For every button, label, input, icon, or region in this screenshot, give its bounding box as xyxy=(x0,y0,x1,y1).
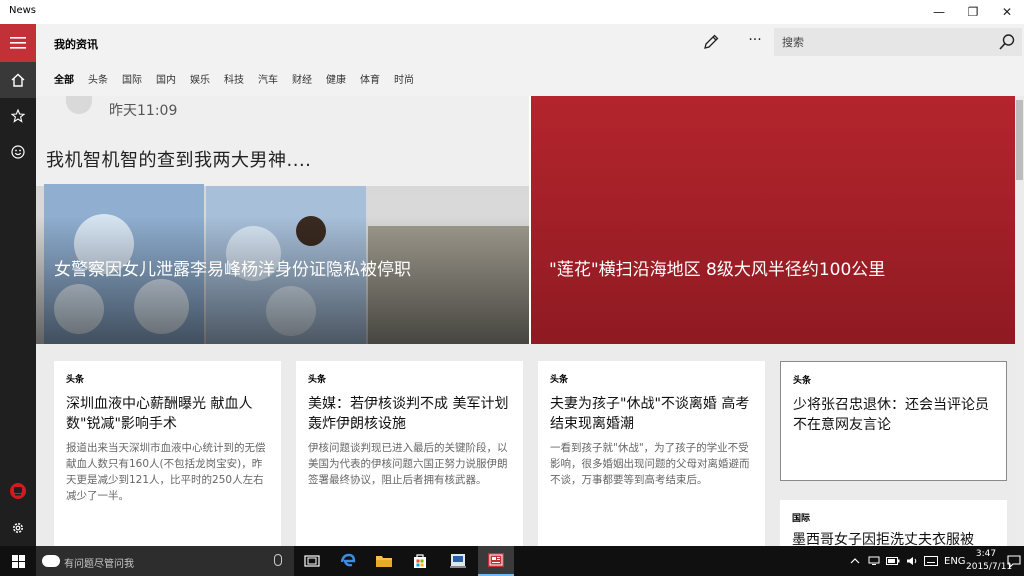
interests-nav-button[interactable] xyxy=(0,134,36,170)
tab-1[interactable]: 头条 xyxy=(88,71,108,86)
tab-5[interactable]: 科技 xyxy=(224,71,244,86)
local-news-icon xyxy=(10,483,26,499)
windows-start-icon xyxy=(11,554,25,568)
task-view-button[interactable] xyxy=(294,546,330,576)
scrollbar-thumb[interactable] xyxy=(1016,100,1023,180)
search-input[interactable] xyxy=(774,28,984,56)
clock-time: 3:47 xyxy=(975,549,997,559)
edit-button[interactable] xyxy=(702,33,724,53)
hero-image-caption-text: 我机智机智的查到我两大男神.... xyxy=(46,150,312,171)
restore-button[interactable]: ❐ xyxy=(956,0,990,24)
favorites-nav-button[interactable] xyxy=(0,98,36,134)
store-icon xyxy=(414,554,426,568)
card-category-tag: 头条 xyxy=(550,375,569,385)
minimize-icon: — xyxy=(933,5,945,19)
card-category-tag: 头条 xyxy=(66,375,85,385)
start-button[interactable] xyxy=(0,546,36,576)
hamburger-menu-button[interactable] xyxy=(0,24,36,62)
taskbar-search[interactable]: 有问题尽管问我 xyxy=(36,546,294,576)
settings-nav-button[interactable] xyxy=(0,510,36,546)
card-category-tag: 国际 xyxy=(792,514,811,524)
tab-4[interactable]: 娱乐 xyxy=(190,71,210,86)
home-icon xyxy=(11,73,25,87)
page-title: 我的资讯 xyxy=(54,38,98,51)
store-taskbar-button[interactable] xyxy=(402,546,438,576)
taskbar: 有问题尽管问我 ENG 3:47 2015/7/11 xyxy=(0,546,1024,576)
local-news-nav-button[interactable] xyxy=(0,473,36,509)
file-explorer-taskbar-button[interactable] xyxy=(366,546,402,576)
category-tabs: 全部 头条 国际 国内 娱乐 科技 汽车 财经 健康 体育 时尚 xyxy=(54,71,428,86)
cortana-icon xyxy=(42,555,60,567)
tab-6[interactable]: 汽车 xyxy=(258,71,278,86)
tab-8[interactable]: 健康 xyxy=(326,71,346,86)
file-explorer-icon xyxy=(376,556,392,567)
more-options-button[interactable]: ··· xyxy=(744,32,766,52)
network-icon[interactable] xyxy=(868,556,880,566)
tab-2[interactable]: 国际 xyxy=(122,71,142,86)
task-view-icon xyxy=(304,555,320,567)
edge-taskbar-button[interactable] xyxy=(330,546,366,576)
settings-gear-icon xyxy=(13,523,23,533)
tab-7[interactable]: 财经 xyxy=(292,71,312,86)
home-nav-button[interactable] xyxy=(0,62,36,98)
hero-right-title[interactable]: "莲花"横扫沿海地区 8级大风半径约100公里 xyxy=(549,258,909,283)
restore-icon: ❐ xyxy=(967,5,979,19)
hamburger-menu-icon xyxy=(10,37,26,49)
clock-date: 2015/7/11 xyxy=(966,562,1013,572)
news-card[interactable]: 国际 墨西哥女子因拒洗丈夫衣服被 xyxy=(780,500,1007,546)
minimize-button[interactable]: — xyxy=(922,0,956,24)
search-box xyxy=(774,28,1022,56)
app-taskbar-button[interactable] xyxy=(440,546,476,576)
search-icon[interactable] xyxy=(998,33,1016,51)
taskbar-search-placeholder: 有问题尽管问我 xyxy=(64,559,134,570)
tab-10[interactable]: 时尚 xyxy=(394,71,414,86)
close-icon: ✕ xyxy=(1001,5,1013,19)
card-summary: 报道出来当天深圳市血液中心统计到的无偿献血人数只有160人(不包括龙岗宝安)，昨… xyxy=(66,442,266,502)
card-title[interactable]: 深圳血液中心薪酬曝光 献血人数"锐减"影响手术 xyxy=(66,394,271,434)
card-title[interactable]: 夫妻为孩子"休战"不谈离婚 高考结束现离婚潮 xyxy=(550,394,755,434)
chevron-up-icon[interactable] xyxy=(850,557,860,565)
news-app-icon xyxy=(488,553,504,567)
news-card[interactable]: 头条 夫妻为孩子"休战"不谈离婚 高考结束现离婚潮 一看到孩子就"休战"，为了孩… xyxy=(538,361,765,546)
hero-story-left[interactable]: 昨天11:09 我机智机智的查到我两大男神.... 女警察因女儿泄露李易峰杨洋身… xyxy=(36,96,529,344)
card-title[interactable]: 美媒：若伊核谈判不成 美军计划轰炸伊朗核设施 xyxy=(308,394,513,434)
card-title[interactable]: 墨西哥女子因拒洗丈夫衣服被 xyxy=(792,530,997,546)
tab-9[interactable]: 体育 xyxy=(360,71,380,86)
window-title: News xyxy=(9,5,37,16)
card-summary: 伊核问题谈判现已进入最后的关键阶段，以美国为代表的伊核问题六国正努力说服伊朗签署… xyxy=(308,442,508,486)
action-center-icon[interactable] xyxy=(1007,554,1021,568)
tab-0[interactable]: 全部 xyxy=(54,71,74,86)
microphone-icon[interactable] xyxy=(274,554,282,566)
edge-icon xyxy=(340,553,356,567)
favorites-star-icon xyxy=(11,109,25,123)
card-title[interactable]: 少将张召忠退休：还会当评论员 不在意网友言论 xyxy=(793,395,998,435)
card-summary: 一看到孩子就"休战"，为了孩子的学业不受影响，很多婚姻出现问题的父母对离婚避而不… xyxy=(550,442,750,486)
news-card-selected[interactable]: 头条 少将张召忠退休：还会当评论员 不在意网友言论 xyxy=(780,361,1007,481)
tab-3[interactable]: 国内 xyxy=(156,71,176,86)
news-card[interactable]: 头条 深圳血液中心薪酬曝光 献血人数"锐减"影响手术 报道出来当天深圳市血液中心… xyxy=(54,361,281,546)
news-card[interactable]: 头条 美媒：若伊核谈判不成 美军计划轰炸伊朗核设施 伊核问题谈判现已进入最后的关… xyxy=(296,361,523,546)
close-button[interactable]: ✕ xyxy=(990,0,1024,24)
hero-image-time-text: 昨天11:09 xyxy=(109,103,178,119)
input-method-icon[interactable] xyxy=(924,556,938,566)
system-tray: ENG xyxy=(850,546,966,576)
card-category-tag: 头条 xyxy=(308,375,327,385)
hero-story-right[interactable]: "莲花"横扫沿海地区 8级大风半径约100公里 xyxy=(531,96,1015,344)
edit-pencil-icon xyxy=(704,34,719,49)
taskbar-clock[interactable]: 3:47 2015/7/11 xyxy=(966,548,1013,574)
interests-smiley-icon xyxy=(11,145,25,159)
battery-icon[interactable] xyxy=(886,557,900,565)
news-taskbar-button[interactable] xyxy=(478,546,514,576)
card-category-tag: 头条 xyxy=(793,376,812,386)
volume-icon[interactable] xyxy=(906,556,918,566)
app-icon xyxy=(450,554,466,568)
hero-left-title[interactable]: 女警察因女儿泄露李易峰杨洋身份证隐私被停职 xyxy=(54,258,414,283)
language-indicator[interactable]: ENG xyxy=(944,556,966,567)
app-header: 我的资讯 ··· 全部头条国际国内娱乐科技汽车财经健康体育时尚 xyxy=(36,24,1024,96)
nav-rail xyxy=(0,24,36,546)
more-ellipsis-icon: ··· xyxy=(748,32,762,48)
title-bar: News — ❐ ✕ xyxy=(0,0,1024,24)
